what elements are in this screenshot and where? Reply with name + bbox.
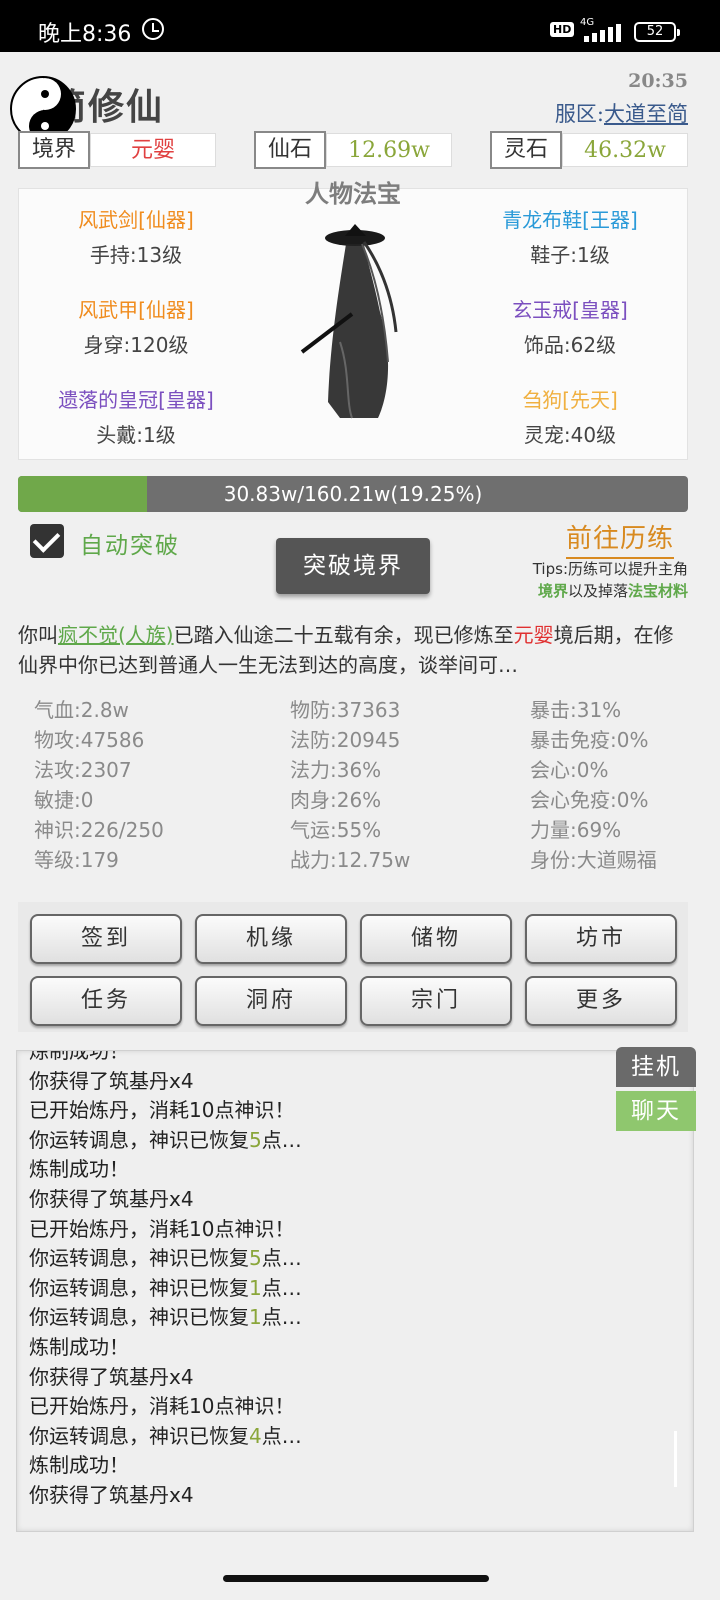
log-line: 你获得了筑基丹x4	[29, 1364, 194, 1389]
stat-item: 暴击:31%	[530, 698, 622, 722]
tips-text: Tips:历练可以提升主角 境界以及掉落法宝材料	[533, 558, 688, 602]
auto-break-label[interactable]: 自动突破	[80, 526, 180, 560]
task-button[interactable]: 任务	[30, 976, 182, 1026]
equip-pet[interactable]: 刍狗[先天] 灵宠:40级	[450, 384, 690, 448]
stat-item: 敏捷:0	[34, 788, 94, 812]
log-line: 你获得了筑基丹x4	[29, 1482, 194, 1507]
game-clock: 20:35	[628, 70, 688, 92]
market-button[interactable]: 坊市	[525, 914, 677, 964]
log-line: 你运转调息，神识已恢复1点…	[29, 1305, 302, 1330]
stat-item: 会心:0%	[530, 758, 609, 782]
stat-item: 气运:55%	[290, 818, 382, 842]
server-info: 服区:大道至简	[555, 98, 688, 128]
server-label: 服区:	[554, 102, 604, 126]
character-name-link[interactable]: 疯不觉(人族)	[58, 623, 174, 647]
equip-name: 风武甲[仙器]	[78, 298, 194, 322]
status-time: 晚上8:36	[38, 22, 132, 47]
break-realm-button[interactable]: 突破境界	[276, 538, 430, 594]
home-indicator[interactable]	[223, 1575, 489, 1582]
message-log[interactable]: 炼制成功！ 你获得了筑基丹x4 已开始炼丹，消耗10点神识！ 你运转调息，神识已恢复5…	[16, 1050, 694, 1532]
stat-item: 物攻:47586	[34, 728, 145, 752]
checkin-button[interactable]: 签到	[30, 914, 182, 964]
stat-item: 神识:226/250	[34, 818, 164, 842]
log-line: 已开始炼丹，消耗10点神识！	[29, 1216, 295, 1241]
storage-button[interactable]: 储物	[360, 914, 512, 964]
equip-name: 风武剑[仙器]	[78, 208, 194, 232]
more-button[interactable]: 更多	[525, 976, 677, 1026]
realm-label: 境界	[18, 131, 90, 169]
idle-button[interactable]: 挂机	[616, 1047, 696, 1087]
stat-item: 力量:69%	[530, 818, 622, 842]
opportunity-button[interactable]: 机缘	[195, 914, 347, 964]
equip-slot: 灵宠:40级	[523, 423, 617, 447]
equip-name: 青龙布鞋[王器]	[502, 208, 638, 232]
tips-line1: Tips:历练可以提升主角	[532, 560, 688, 578]
equip-accessory[interactable]: 玄玉戒[皇器] 饰品:62级	[450, 294, 690, 358]
log-line: 你运转调息，神识已恢复5点…	[29, 1246, 302, 1271]
lingshi-value: 46.32w	[562, 133, 688, 167]
log-line: 炼制成功！	[29, 1453, 129, 1478]
equip-slot: 鞋子:1级	[530, 243, 610, 267]
equip-helmet[interactable]: 遗落的皇冠[皇器] 头戴:1级	[16, 384, 256, 448]
stat-item: 法防:20945	[290, 728, 401, 752]
stat-item: 暴击免疫:0%	[530, 728, 649, 752]
auto-break-checkbox[interactable]	[30, 524, 64, 558]
goto-training-link[interactable]: 前往历练	[565, 518, 674, 559]
log-line: 已开始炼丹，消耗10点神识！	[29, 1098, 295, 1123]
log-line: 你运转调息，神识已恢复4点…	[29, 1423, 302, 1448]
stat-item: 等级:179	[34, 848, 119, 872]
equip-weapon[interactable]: 风武剑[仙器] 手持:13级	[16, 204, 256, 268]
equip-slot: 手持:13级	[89, 243, 183, 267]
stat-item: 法攻:2307	[34, 758, 132, 782]
log-line: 炼制成功！	[29, 1050, 129, 1063]
cave-button[interactable]: 洞府	[195, 976, 347, 1026]
chat-button[interactable]: 聊天	[616, 1091, 696, 1131]
realm-highlight: 元婴	[513, 623, 554, 647]
log-scrollbar[interactable]	[674, 1431, 677, 1487]
lingshi-label: 灵石	[490, 131, 562, 169]
equip-slot: 头戴:1级	[96, 423, 176, 447]
stat-item: 气血:2.8w	[34, 698, 129, 722]
alarm-icon	[142, 18, 164, 40]
log-line: 你获得了筑基丹x4	[29, 1186, 194, 1211]
progress-text: 30.83w/160.21w(19.25%)	[223, 482, 483, 506]
equip-name: 遗落的皇冠[皇器]	[58, 388, 214, 412]
battery-icon: 52	[634, 22, 680, 42]
stat-item: 身份:大道赐福	[530, 848, 657, 872]
xianshi-value: 12.69w	[326, 133, 452, 167]
server-name-link[interactable]: 大道至简	[604, 102, 688, 126]
sect-button[interactable]: 宗门	[360, 976, 512, 1026]
xianshi-label: 仙石	[254, 131, 326, 169]
stat-item: 肉身:26%	[290, 788, 382, 812]
stat-item: 战力:12.75w	[290, 848, 411, 872]
log-line: 炼制成功！	[29, 1157, 129, 1182]
log-line: 你获得了筑基丹x4	[29, 1068, 194, 1093]
character-description: 你叫疯不觉(人族)已踏入仙途二十五载有余，现已修炼至元婴境后期，在修仙界中你已达…	[18, 623, 674, 677]
log-line: 炼制成功！	[29, 1334, 129, 1359]
tips-line2: 境界以及掉落法宝材料	[537, 582, 688, 600]
cultivation-progress-bar: 30.83w/160.21w(19.25%)	[18, 476, 688, 512]
equip-armor[interactable]: 风武甲[仙器] 身穿:120级	[16, 294, 256, 358]
log-line: 已开始炼丹，消耗10点神识！	[29, 1394, 295, 1419]
equip-slot: 身穿:120级	[83, 333, 189, 357]
log-list: 炼制成功！ 你获得了筑基丹x4 已开始炼丹，消耗10点神识！ 你运转调息，神识已恢复5…	[29, 1050, 302, 1511]
signal-icon	[584, 24, 624, 42]
equip-shoes[interactable]: 青龙布鞋[王器] 鞋子:1级	[450, 204, 690, 268]
stat-item: 会心免疫:0%	[530, 788, 649, 812]
equip-name: 玄玉戒[皇器]	[512, 298, 628, 322]
status-bar: 晚上8:36 HD 4G 52	[0, 0, 720, 52]
hd-icon: HD	[550, 22, 575, 37]
stat-item: 物防:37363	[290, 698, 401, 722]
log-line: 你运转调息，神识已恢复1点…	[29, 1275, 302, 1300]
equip-name: 刍狗[先天]	[522, 388, 618, 412]
character-figure	[300, 224, 398, 419]
realm-value: 元婴	[90, 133, 216, 167]
stat-item: 法力:36%	[290, 758, 382, 782]
equip-slot: 饰品:62级	[523, 333, 617, 357]
log-line: 你运转调息，神识已恢复5点…	[29, 1127, 302, 1152]
